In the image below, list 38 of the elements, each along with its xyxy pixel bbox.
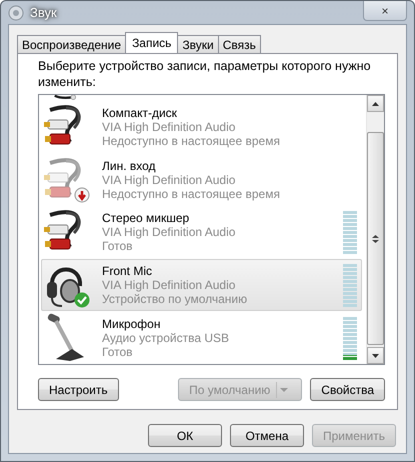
up-arrow-icon [372,102,379,106]
device-item[interactable]: Стерео микшер VIA High Definition Audio Готов [41,206,362,259]
scrollbar[interactable] [366,95,384,364]
scroll-down-button[interactable] [367,347,384,364]
scroll-thumb[interactable] [367,132,384,345]
panel-button[interactable]: Настроить [38,378,119,401]
device-status: Устройство по умолчанию [102,292,248,306]
down-arrow-icon [372,354,379,358]
device-status: Готов [102,239,134,254]
tab[interactable]: Воспроизведение [17,35,126,53]
tab[interactable]: Звуки [177,35,219,53]
device-item[interactable]: Микрофон Аудио устройства USB Готов [41,311,362,364]
device-item[interactable]: Лин. вход VIA High Definition Audio Недоступно в настоящее время [41,154,362,206]
window-title: Звук [30,5,58,20]
device-driver: VIA High Definition Audio [102,120,236,134]
device-name: Микрофон [102,316,162,331]
device-item[interactable]: Front Mic VIA High Definition Audio Устройство по умолчанию [41,258,362,312]
device-driver: VIA High Definition Audio [102,225,236,240]
device-name: Компакт-диск [102,106,178,120]
dialog-button[interactable]: Отмена [230,424,304,447]
device-status: Недоступно в настоящее время [102,186,281,201]
tab[interactable]: Связь [218,35,261,53]
device-driver: VIA High Definition Audio [102,278,236,292]
tab[interactable]: Запись [125,32,178,53]
scroll-up-button[interactable] [367,95,384,112]
device-name: Стерео микшер [102,211,190,226]
level-meter [343,316,357,360]
device-item[interactable]: Компакт-диск VIA High Definition Audio Недоступно в настоящее время [41,100,362,154]
device-driver: VIA High Definition Audio [102,172,236,187]
device-driver: Аудио устройства USB [102,330,230,345]
close-button[interactable]: × [363,1,407,21]
instruction-text: Выберите устройство записи, параметры которого нужно изменить: [38,58,372,90]
device-status: Готов [102,344,134,359]
device-name: Front Mic [102,264,154,278]
device-status: Недоступно в настоящее время [102,134,281,148]
device-name: Лин. вход [102,158,157,173]
dialog-button[interactable]: ОК [148,424,222,447]
panel-button[interactable]: Свойства [310,378,385,401]
